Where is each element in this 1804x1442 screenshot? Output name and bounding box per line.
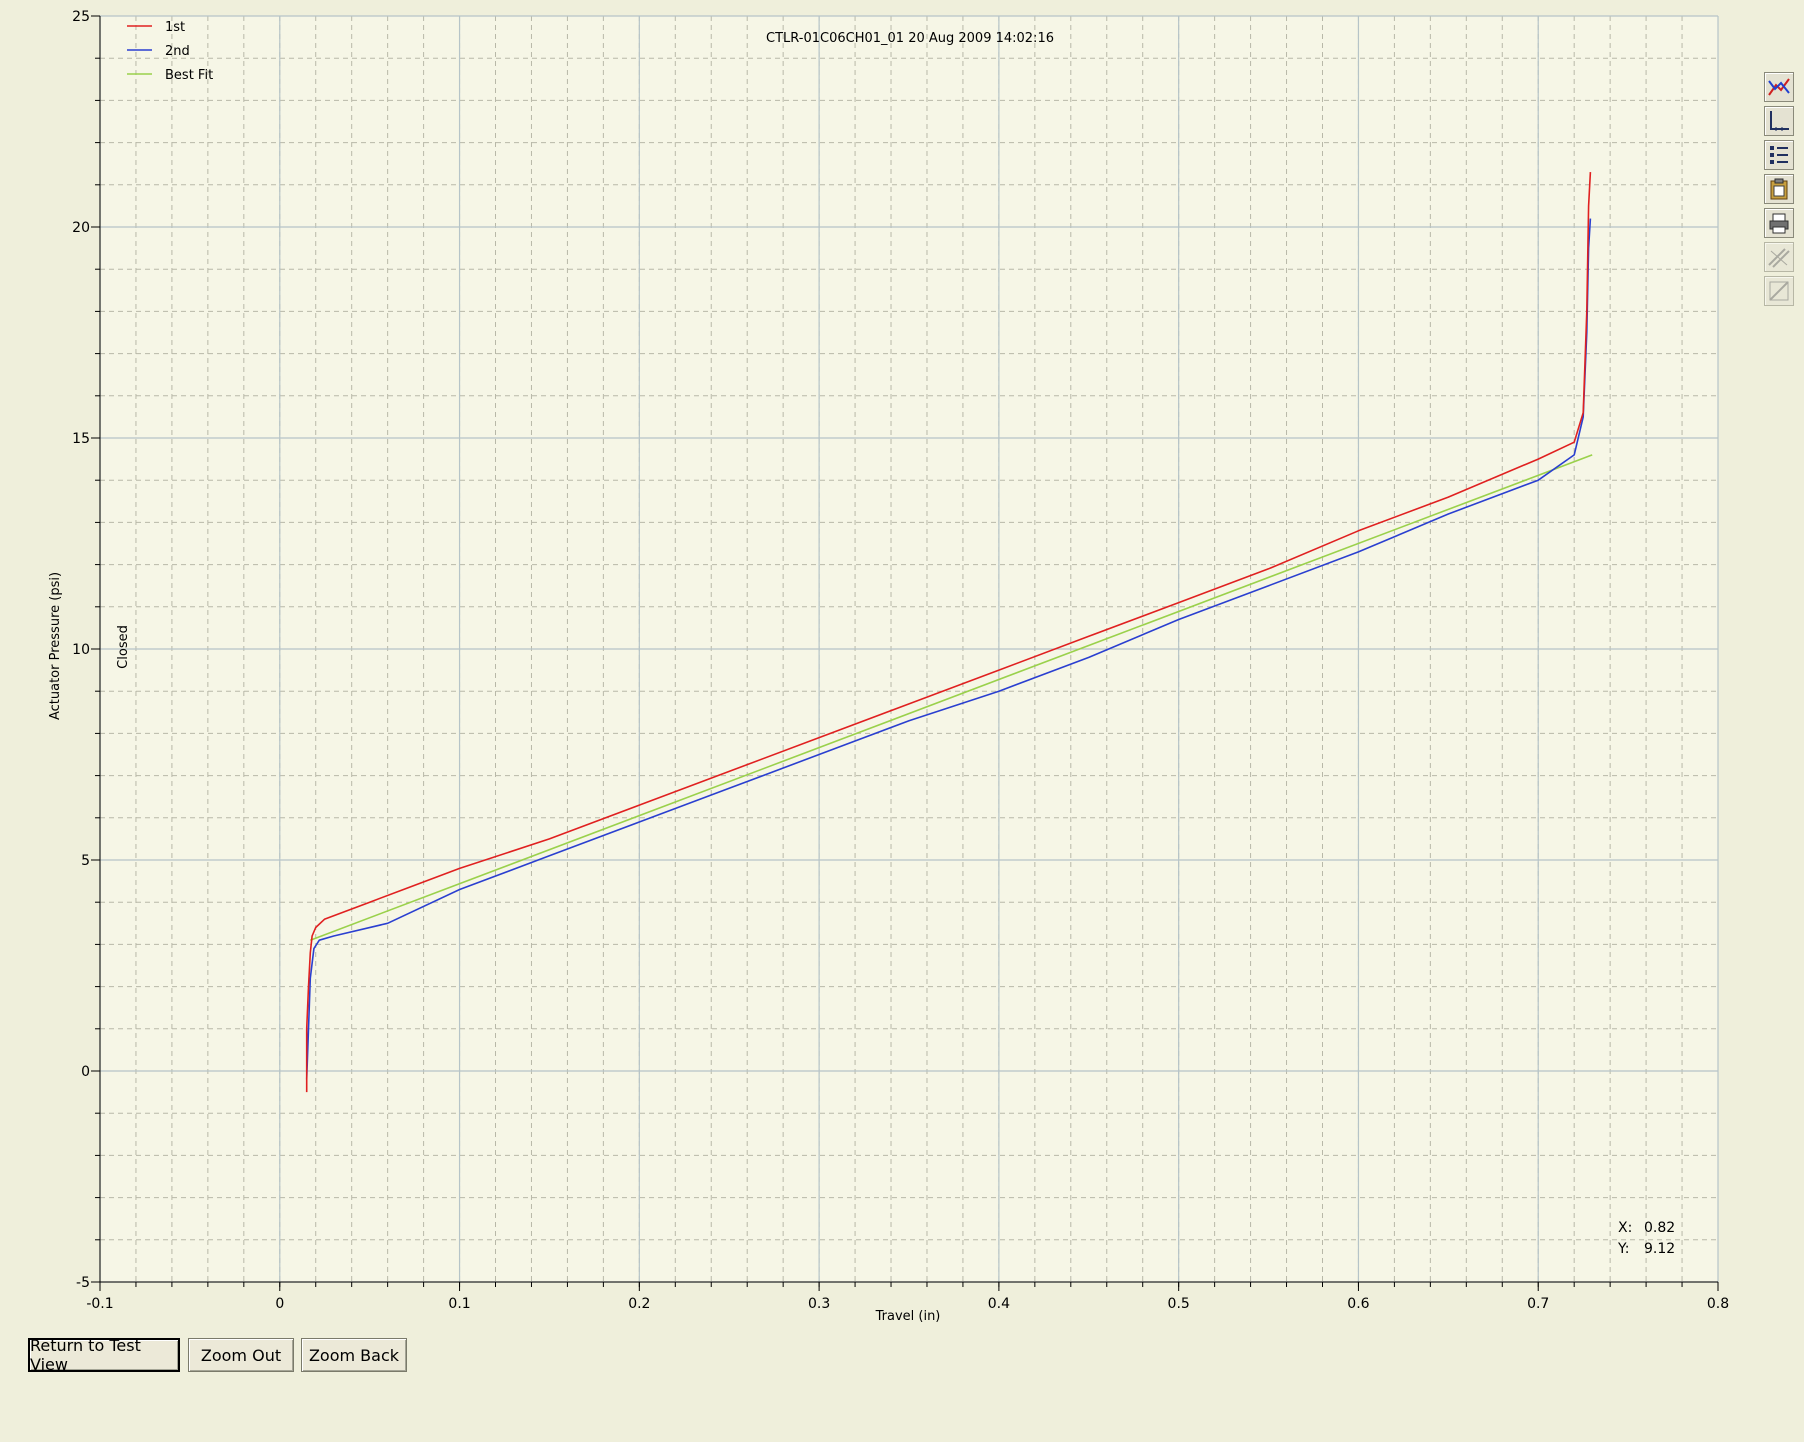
readout-x-value: 0.82 bbox=[1644, 1220, 1675, 1236]
readout-y-label: Y: bbox=[1617, 1241, 1629, 1257]
print-icon[interactable] bbox=[1764, 208, 1794, 238]
x-axis-title: Travel (in) bbox=[875, 1309, 941, 1324]
x-tick-label: 0.7 bbox=[1527, 1296, 1549, 1312]
y-tick-label: 0 bbox=[81, 1064, 90, 1080]
legend-icon[interactable] bbox=[1764, 140, 1794, 170]
zoom-back-button[interactable]: Zoom Back bbox=[301, 1338, 407, 1372]
axis-icon[interactable] bbox=[1764, 106, 1794, 136]
y-tick-label: 20 bbox=[72, 220, 90, 236]
y-tick-label: -5 bbox=[76, 1275, 90, 1291]
legend-label: Best Fit bbox=[165, 68, 213, 83]
x-tick-label: -0.1 bbox=[86, 1296, 113, 1312]
y-tick-label: 10 bbox=[72, 642, 90, 658]
sample-icon bbox=[1764, 276, 1794, 306]
x-tick-label: 0 bbox=[275, 1296, 284, 1312]
x-tick-label: 0.2 bbox=[628, 1296, 650, 1312]
readout-y-value: 9.12 bbox=[1644, 1241, 1675, 1257]
chart-title: CTLR-01C06CH01_01 20 Aug 2009 14:02:16 bbox=[766, 31, 1054, 46]
x-tick-label: 0.4 bbox=[988, 1296, 1010, 1312]
x-tick-label: 0.3 bbox=[808, 1296, 830, 1312]
return-to-test-view-button[interactable]: Return to Test View bbox=[28, 1336, 180, 1374]
x-tick-label: 0.6 bbox=[1347, 1296, 1369, 1312]
y-axis-title: Actuator Pressure (psi) bbox=[48, 572, 63, 720]
y-tick-label: 5 bbox=[81, 853, 90, 869]
chart-toolbar bbox=[1764, 72, 1796, 310]
legend-label: 2nd bbox=[165, 44, 190, 59]
legend-label: 1st bbox=[165, 20, 185, 35]
closed-annotation: Closed bbox=[116, 625, 131, 669]
x-tick-label: 0.1 bbox=[448, 1296, 470, 1312]
y-tick-label: 25 bbox=[72, 9, 90, 25]
y-tick-label: 15 bbox=[72, 431, 90, 447]
hatch-icon bbox=[1764, 242, 1794, 272]
x-tick-label: 0.5 bbox=[1168, 1296, 1190, 1312]
readout-x-label: X: bbox=[1618, 1220, 1632, 1236]
zoom-out-button[interactable]: Zoom Out bbox=[188, 1338, 294, 1372]
chart-line-icon[interactable] bbox=[1764, 72, 1794, 102]
clipboard-icon[interactable] bbox=[1764, 174, 1794, 204]
x-tick-label: 0.8 bbox=[1707, 1296, 1729, 1312]
chart: -0.1 0 0.1 0.2 0.3 0.4 0.5 0.6 0.7 0.8 -5 0 5 10 15 20 2… bbox=[48, 9, 1729, 1324]
